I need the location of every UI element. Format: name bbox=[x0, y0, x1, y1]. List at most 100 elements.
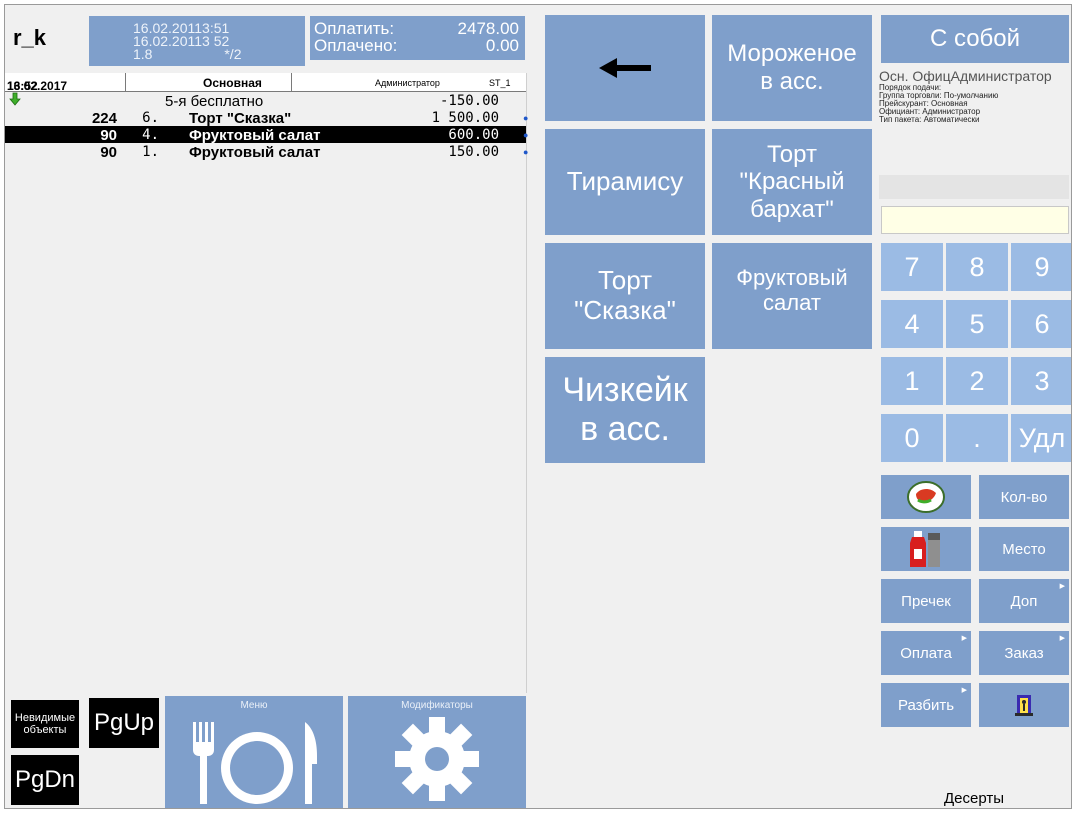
key-2[interactable]: 2 bbox=[946, 357, 1008, 405]
dish-tiramisu[interactable]: Тирамису bbox=[545, 129, 705, 235]
numeric-entry-field[interactable] bbox=[881, 206, 1069, 234]
row-price: 150.00 bbox=[448, 144, 499, 160]
time-line-34: 1.8 */2 bbox=[133, 46, 305, 62]
food-button[interactable] bbox=[881, 475, 971, 519]
dish-label-line: Торт bbox=[597, 265, 653, 296]
time-line-4: */2 bbox=[224, 46, 242, 62]
split-button[interactable]: Разбить ▶ bbox=[881, 683, 971, 727]
order-header: 16.02.2017 13:52 Основная Администратор S… bbox=[5, 73, 526, 93]
row-marker-icon: ● bbox=[523, 147, 529, 157]
menu-button[interactable]: Меню bbox=[165, 696, 343, 808]
control-panel: С собой Осн. ОфицАдминистратор Порядок п… bbox=[875, 5, 1071, 808]
menu-label: Меню bbox=[240, 700, 268, 711]
time-info-box: 16.02.20113:51 16.02.20113 52 1.8 */2 bbox=[89, 16, 305, 66]
divider bbox=[125, 73, 126, 92]
key-delete[interactable]: Удл bbox=[1011, 414, 1071, 462]
row-qty: 90 bbox=[100, 144, 117, 161]
dish-label: Торт "Красный бархат" bbox=[739, 141, 844, 224]
dish-icecream-assorted[interactable]: Мороженое в асс. bbox=[712, 15, 872, 121]
key-7[interactable]: 7 bbox=[881, 243, 943, 291]
order-row-selected[interactable]: 90 4. Фруктовый салат 600.00 ● bbox=[5, 126, 529, 144]
app-logo: r_k bbox=[13, 25, 47, 50]
row-index: 4. bbox=[142, 127, 159, 143]
order-user: Администратор bbox=[375, 78, 440, 88]
key-8[interactable]: 8 bbox=[946, 243, 1008, 291]
dish-label-line: Фруктовый bbox=[736, 264, 848, 290]
key-dot[interactable]: . bbox=[946, 414, 1008, 462]
payment-button[interactable]: Оплата ▶ bbox=[881, 631, 971, 675]
dish-red-velvet-cake[interactable]: Торт "Красный бархат" bbox=[712, 129, 872, 235]
food-plate-icon bbox=[907, 481, 945, 513]
to-pay-label: Оплатить: bbox=[314, 19, 395, 38]
order-row[interactable]: 90 1. Фруктовый салат 150.00 ● bbox=[5, 143, 529, 161]
time-line-2: 16.02.20113 52 bbox=[133, 33, 230, 49]
order-category: Основная bbox=[203, 76, 262, 90]
order-time: 13:52 bbox=[7, 79, 38, 93]
key-9[interactable]: 9 bbox=[1011, 243, 1071, 291]
key-5[interactable]: 5 bbox=[946, 300, 1008, 348]
dish-label-line: Чизкейк bbox=[562, 370, 688, 409]
order-label: Заказ bbox=[1004, 644, 1044, 662]
row-index: 6. bbox=[142, 110, 159, 126]
invisible-objects-button[interactable]: Невидимые объекты bbox=[11, 700, 79, 748]
category-label: Десерты bbox=[943, 790, 1004, 807]
back-button[interactable] bbox=[545, 15, 705, 121]
row-name: 5-я бесплатно bbox=[165, 93, 264, 110]
divider bbox=[291, 73, 292, 92]
order-list[interactable]: 16.02.2017 13:52 Основная Администратор S… bbox=[5, 73, 529, 693]
to-pay-value: 2478.00 bbox=[457, 19, 519, 38]
order-button[interactable]: Заказ ▶ bbox=[979, 631, 1069, 675]
dish-fruit-salad[interactable]: Фруктовый салат bbox=[712, 243, 872, 349]
sauce-button[interactable] bbox=[881, 527, 971, 571]
dish-label-line: бархат" bbox=[750, 195, 834, 223]
key-0[interactable]: 0 bbox=[881, 414, 943, 462]
quantity-button[interactable]: Кол-во bbox=[979, 475, 1069, 519]
dish-label-line: в асс. bbox=[760, 68, 824, 95]
row-name: Фруктовый салат bbox=[189, 144, 321, 161]
ketchup-bottle-icon bbox=[910, 531, 940, 567]
page-down-button[interactable]: PgDn bbox=[11, 755, 79, 805]
takeaway-button[interactable]: С собой bbox=[881, 15, 1069, 63]
key-3[interactable]: 3 bbox=[1011, 357, 1071, 405]
arrow-left-icon bbox=[599, 58, 651, 78]
dish-skazka-cake[interactable]: Торт "Сказка" bbox=[545, 243, 705, 349]
dish-grid: Мороженое в асс. Тирамису Торт "Красный … bbox=[535, 5, 875, 808]
dish-label: Мороженое в асс. bbox=[727, 40, 856, 95]
dish-label-line: "Красный bbox=[739, 168, 845, 196]
extra-label: Доп bbox=[1010, 592, 1038, 610]
row-index: 1. bbox=[142, 144, 159, 160]
row-price: 1 500.00 bbox=[431, 110, 499, 126]
dish-label-line: в асс. bbox=[580, 410, 670, 448]
key-4[interactable]: 4 bbox=[881, 300, 943, 348]
submenu-icon: ▶ bbox=[961, 635, 967, 642]
row-qty: 90 bbox=[100, 127, 117, 144]
order-row-discount[interactable]: 5-я бесплатно -150.00 bbox=[5, 92, 526, 110]
gear-icon bbox=[395, 717, 479, 801]
modifiers-button[interactable]: Модификаторы bbox=[348, 696, 526, 808]
invisible-line-1: Невидимые bbox=[14, 712, 76, 724]
dish-cheesecake-assorted[interactable]: Чизкейк в асс. bbox=[545, 357, 705, 463]
dish-label-line: "Сказка" bbox=[574, 295, 676, 325]
dish-label-line: Мороженое bbox=[727, 40, 857, 68]
submenu-icon: ▶ bbox=[1059, 583, 1065, 590]
row-price: 600.00 bbox=[448, 127, 499, 143]
order-row[interactable]: 224 6. Торт "Сказка" 1 500.00 ● bbox=[5, 109, 529, 127]
dish-label-line: салат bbox=[763, 290, 821, 315]
divider bbox=[879, 175, 1069, 199]
row-marker-icon: ● bbox=[523, 130, 529, 140]
invisible-objects-label: Невидимые объекты bbox=[15, 712, 75, 736]
invisible-line-2: объекты bbox=[23, 724, 67, 736]
precheck-button[interactable]: Пречек bbox=[881, 579, 971, 623]
payment-summary: Оплатить: 2478.00 Оплачено: 0.00 bbox=[310, 16, 525, 60]
place-button[interactable]: Место bbox=[979, 527, 1069, 571]
extra-button[interactable]: Доп ▶ bbox=[979, 579, 1069, 623]
order-info: Осн. ОфицАдминистратор Порядок подачи: Г… bbox=[879, 69, 1071, 179]
exit-button[interactable] bbox=[979, 683, 1069, 727]
page-up-button[interactable]: PgUp bbox=[89, 698, 159, 748]
dish-label-line: Торт bbox=[767, 140, 817, 168]
paid-value: 0.00 bbox=[485, 36, 519, 55]
key-1[interactable]: 1 bbox=[881, 357, 943, 405]
dish-label: Торт "Сказка" bbox=[574, 265, 676, 326]
key-6[interactable]: 6 bbox=[1011, 300, 1071, 348]
row-marker-icon: ● bbox=[523, 113, 529, 123]
